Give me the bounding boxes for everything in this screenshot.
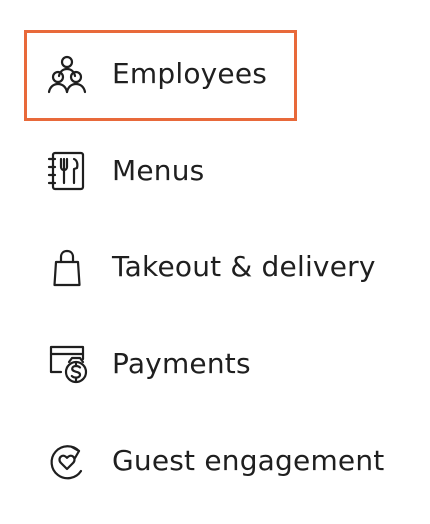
nav-label-menus: Menus — [112, 154, 205, 187]
menu-book-utensils-icon — [44, 148, 90, 194]
nav-label-payments: Payments — [112, 347, 251, 380]
people-group-icon — [44, 51, 90, 97]
payment-card-dollar-icon — [44, 341, 90, 387]
nav-item-guest-engagement[interactable]: Guest engagement — [44, 437, 384, 485]
nav-label-employees: Employees — [112, 57, 268, 90]
heart-loop-icon — [44, 438, 90, 484]
side-navigation: Employees Menus Takeout & delivery Payme… — [0, 0, 430, 524]
nav-item-menus[interactable]: Menus — [44, 147, 204, 195]
nav-item-payments[interactable]: Payments — [44, 340, 251, 388]
nav-item-employees[interactable]: Employees — [44, 50, 267, 98]
nav-item-takeout-delivery[interactable]: Takeout & delivery — [44, 243, 376, 291]
shopping-bag-icon — [44, 244, 90, 290]
nav-label-takeout-delivery: Takeout & delivery — [112, 250, 376, 283]
nav-label-guest-engagement: Guest engagement — [112, 444, 385, 477]
